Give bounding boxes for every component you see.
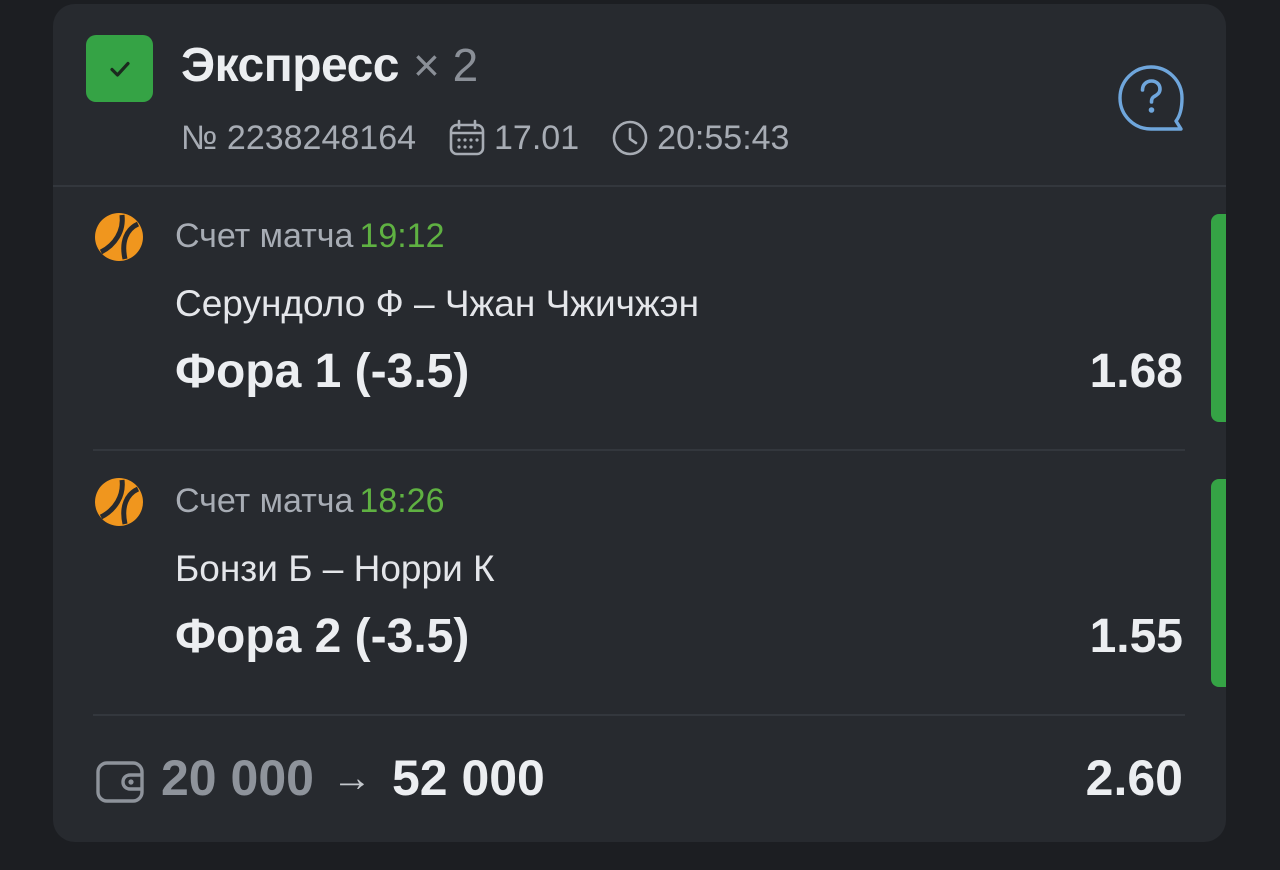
total-odds: 2.60 bbox=[1085, 750, 1183, 806]
win-status-bar bbox=[1211, 479, 1226, 687]
event-pick: Фора 2 (-3.5) bbox=[175, 610, 470, 663]
win-amount: 52 000 bbox=[391, 750, 545, 806]
event-odds: 1.55 bbox=[1089, 610, 1183, 663]
calendar-icon bbox=[446, 117, 488, 159]
bet-date: 17.01 bbox=[494, 118, 580, 157]
bet-type: Экспресс bbox=[181, 39, 400, 92]
bet-number: № 2238248164 bbox=[181, 118, 417, 157]
event-time: 19:12 bbox=[359, 217, 445, 255]
bet-multiplier: × 2 bbox=[413, 39, 479, 91]
bet-summary: 20 000 → 52 000 2.60 bbox=[53, 749, 1226, 809]
event-row[interactable]: Счет матча 19:12 Серундоло Ф – Чжан Чжичж… bbox=[53, 187, 1226, 451]
tennis-ball-icon bbox=[91, 474, 147, 530]
event-teams: Бонзи Б – Норри К bbox=[175, 548, 495, 589]
bet-card[interactable]: Экспресс × 2 № 2238248164 17.01 20:55:43… bbox=[53, 4, 1226, 842]
win-status-bar bbox=[1211, 214, 1226, 422]
event-row[interactable]: Счет матча 18:26 Бонзи Б – Норри К Фора 2… bbox=[53, 452, 1226, 716]
wallet-icon bbox=[95, 755, 147, 807]
event-odds: 1.68 bbox=[1089, 345, 1183, 398]
market-name: Счет матча bbox=[175, 482, 354, 520]
bet-time: 20:55:43 bbox=[657, 118, 790, 157]
event-teams: Серундоло Ф – Чжан Чжичжэн bbox=[175, 283, 699, 324]
market-name: Счет матча bbox=[175, 217, 354, 255]
event-market: Счет матча 19:12 bbox=[175, 217, 445, 256]
tennis-ball-icon bbox=[91, 209, 147, 265]
event-divider bbox=[93, 449, 1185, 451]
bet-meta: № 2238248164 17.01 20:55:43 bbox=[181, 116, 789, 160]
stake-amount: 20 000 bbox=[161, 750, 314, 806]
clock-icon bbox=[609, 117, 651, 159]
check-icon bbox=[86, 35, 153, 102]
event-pick: Фора 1 (-3.5) bbox=[175, 345, 470, 398]
event-time: 18:26 bbox=[359, 482, 445, 520]
stake-to-win: 20 000 → 52 000 bbox=[161, 749, 545, 807]
event-divider bbox=[93, 714, 1185, 716]
event-market: Счет матча 18:26 bbox=[175, 482, 445, 521]
arrow-right-icon: → bbox=[331, 755, 372, 800]
question-bubble-icon[interactable] bbox=[1115, 62, 1187, 134]
bet-title: Экспресс × 2 bbox=[181, 38, 478, 100]
